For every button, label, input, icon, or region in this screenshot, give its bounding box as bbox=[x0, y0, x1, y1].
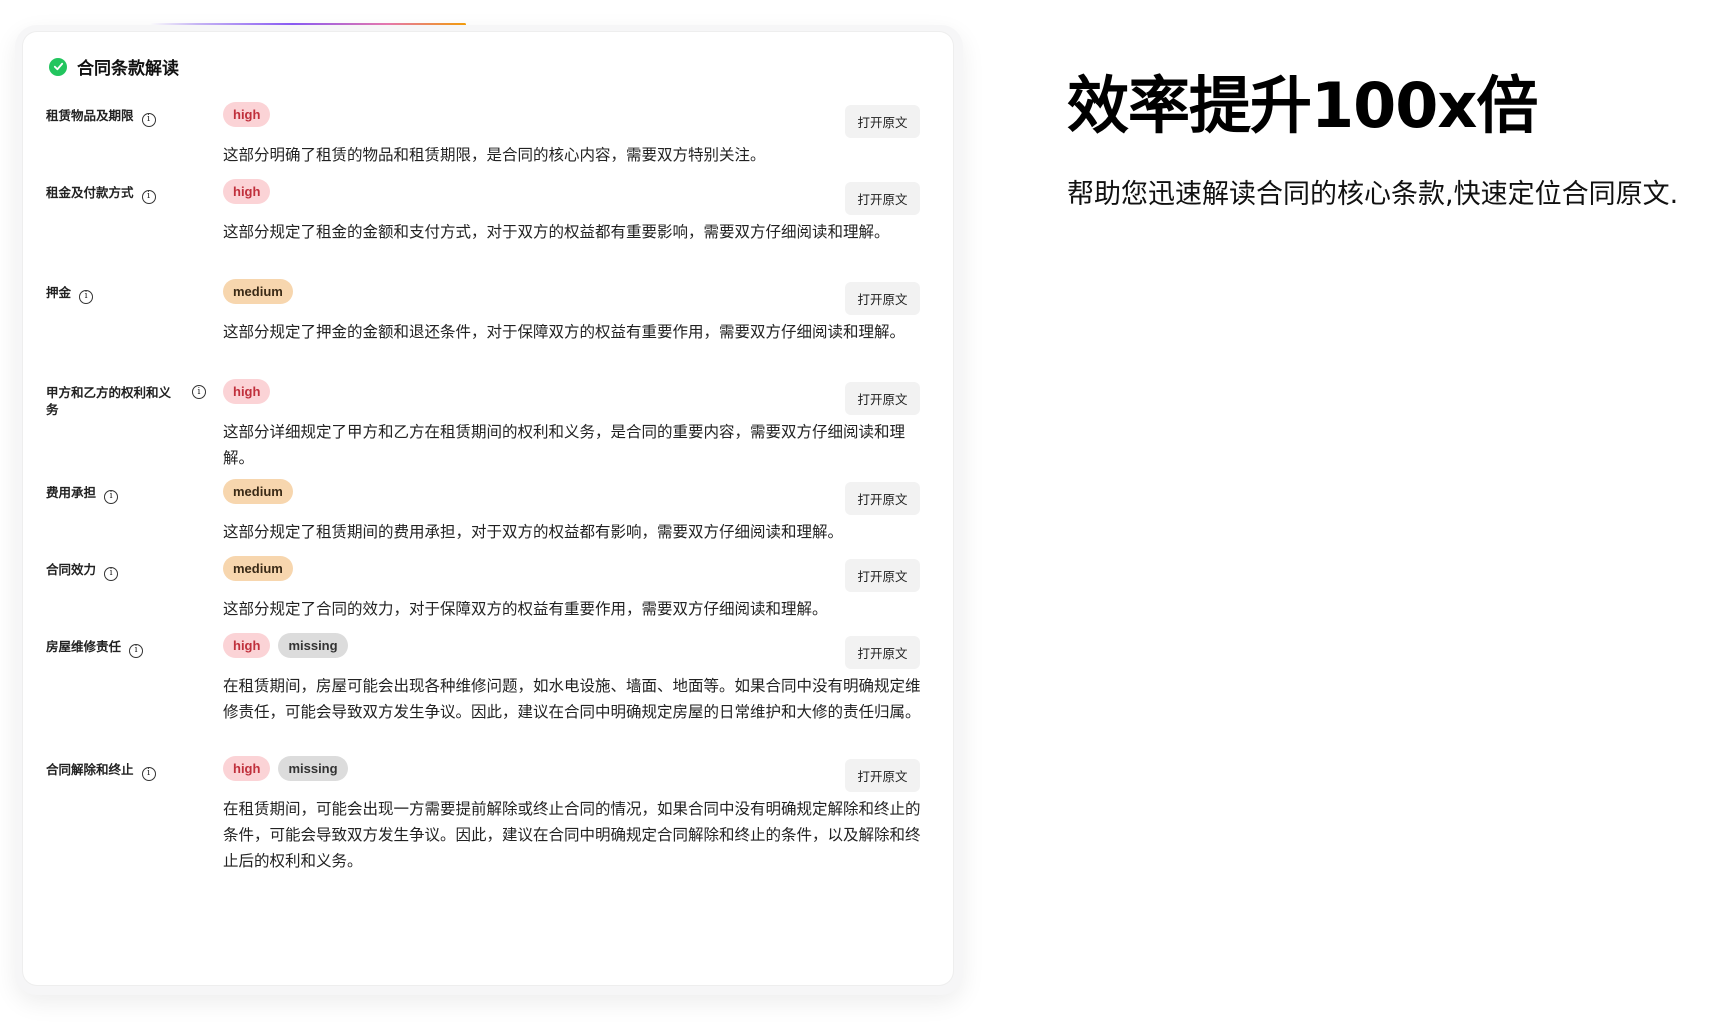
contract-clauses-card: 合同条款解读 租赁物品及期限 i high 打开原文 这部分明确了租赁的物品和租赁… bbox=[23, 32, 953, 985]
priority-badge-high: high bbox=[223, 179, 271, 204]
badge-group: high bbox=[223, 102, 271, 127]
priority-badge-medium: medium bbox=[223, 556, 293, 581]
hero-subtitle: 帮助您迅速解读合同的核心条款,快速定位合同原文. bbox=[1067, 179, 1679, 210]
info-icon[interactable]: i bbox=[104, 566, 119, 581]
info-icon[interactable]: i bbox=[141, 112, 156, 127]
priority-badge-high: high bbox=[223, 633, 271, 658]
clause-description: 这部分明确了租赁的物品和租赁期限，是合同的核心内容，需要双方特别关注。 bbox=[223, 146, 766, 164]
open-original-button[interactable]: 打开原文 bbox=[845, 759, 920, 792]
info-icon[interactable]: i bbox=[79, 289, 94, 304]
open-original-button[interactable]: 打开原文 bbox=[845, 182, 920, 215]
clause-description: 这部分规定了合同的效力，对于保障双方的权益有重要作用，需要双方仔细阅读和理解。 bbox=[223, 600, 828, 618]
open-original-button[interactable]: 打开原文 bbox=[845, 282, 920, 315]
hero-title: 效率提升100x倍 bbox=[1067, 69, 1538, 142]
clause-label: 房屋维修责任 i bbox=[46, 638, 186, 658]
clause-description: 这部分规定了租金的金额和支付方式，对于双方的权益都有重要影响，需要双方仔细阅读和… bbox=[223, 223, 890, 241]
clause-label-text: 房屋维修责任 bbox=[46, 639, 122, 654]
priority-badge-high: high bbox=[223, 756, 271, 781]
clause-description: 这部分规定了押金的金额和退还条件，对于保障双方的权益有重要作用，需要双方仔细阅读… bbox=[223, 323, 906, 341]
info-icon[interactable]: i bbox=[141, 189, 156, 204]
clause-label: 租赁物品及期限 i bbox=[46, 107, 186, 127]
clause-label-text: 甲方和乙方的权利和义务 bbox=[46, 385, 172, 417]
badge-group: medium bbox=[223, 556, 293, 581]
badge-group: high bbox=[223, 379, 271, 404]
open-original-button[interactable]: 打开原文 bbox=[845, 482, 920, 515]
badge-group: high missing bbox=[223, 756, 348, 781]
badge-group: high bbox=[223, 179, 271, 204]
priority-badge-medium: medium bbox=[223, 479, 293, 504]
clause-label: 费用承担 i bbox=[46, 484, 186, 504]
missing-badge: missing bbox=[278, 756, 348, 781]
open-original-button[interactable]: 打开原文 bbox=[845, 559, 920, 592]
badge-group: high missing bbox=[223, 633, 348, 658]
clause-label-text: 租赁物品及期限 bbox=[46, 108, 134, 123]
clause-label-text: 费用承担 bbox=[46, 485, 97, 500]
info-icon[interactable]: i bbox=[141, 766, 156, 781]
info-icon[interactable]: i bbox=[192, 385, 206, 399]
badge-group: medium bbox=[223, 279, 293, 304]
priority-badge-high: high bbox=[223, 102, 271, 127]
badge-group: medium bbox=[223, 479, 293, 504]
clause-description: 在租赁期间，房屋可能会出现各种维修问题，如水电设施、墙面、地面等。如果合同中没有… bbox=[223, 677, 921, 721]
clause-label-text: 押金 bbox=[46, 285, 72, 300]
priority-badge-medium: medium bbox=[223, 279, 293, 304]
clause-label-text: 合同解除和终止 bbox=[46, 762, 134, 777]
clause-label: 合同解除和终止 i bbox=[46, 761, 186, 781]
clause-description: 这部分规定了租赁期间的费用承担，对于双方的权益都有影响，需要双方仔细阅读和理解。 bbox=[223, 523, 844, 541]
clause-description: 这部分详细规定了甲方和乙方在租赁期间的权利和义务，是合同的重要内容，需要双方仔细… bbox=[223, 423, 906, 467]
clause-label: 甲方和乙方的权利和义务 bbox=[46, 384, 176, 418]
open-original-button[interactable]: 打开原文 bbox=[845, 105, 920, 138]
clause-description: 在租赁期间，可能会出现一方需要提前解除或终止合同的情况，如果合同中没有明确规定解… bbox=[223, 800, 921, 870]
priority-badge-high: high bbox=[223, 379, 271, 404]
open-original-button[interactable]: 打开原文 bbox=[845, 382, 920, 415]
info-icon[interactable]: i bbox=[129, 643, 144, 658]
card-header: 合同条款解读 bbox=[49, 54, 179, 79]
open-original-button[interactable]: 打开原文 bbox=[845, 636, 920, 669]
clause-row: 租赁物品及期限 i high 打开原文 这部分明确了租赁的物品和租赁期限，是合同的… bbox=[23, 102, 953, 192]
clause-label: 租金及付款方式 i bbox=[46, 184, 186, 204]
missing-badge: missing bbox=[278, 633, 348, 658]
clause-label: 押金 i bbox=[46, 284, 186, 304]
info-icon[interactable]: i bbox=[104, 489, 119, 504]
clause-label-text: 租金及付款方式 bbox=[46, 185, 134, 200]
check-circle-icon bbox=[49, 57, 67, 76]
clause-label: 合同效力 i bbox=[46, 561, 186, 581]
clause-label-text: 合同效力 bbox=[46, 562, 97, 577]
card-title: 合同条款解读 bbox=[77, 59, 179, 79]
